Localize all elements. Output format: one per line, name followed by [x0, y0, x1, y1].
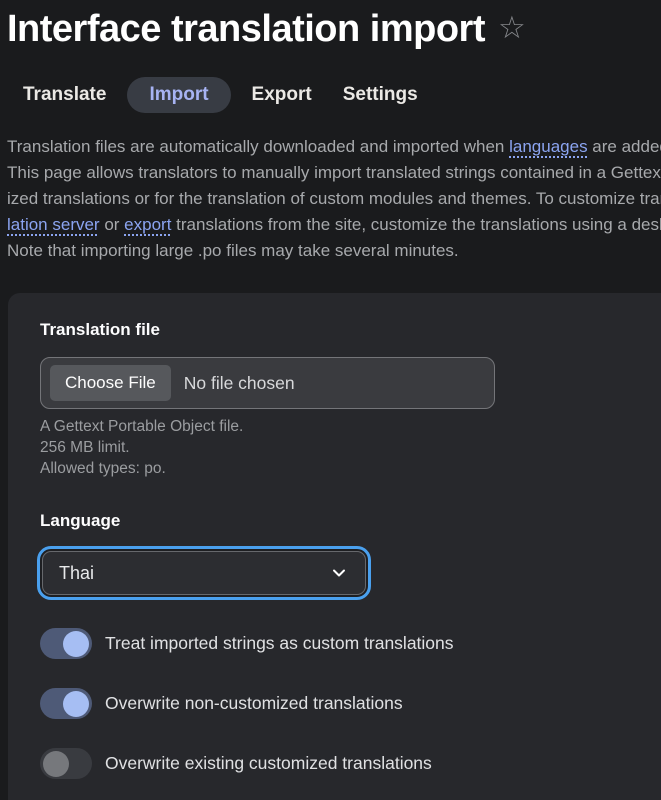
file-desc-line: A Gettext Portable Object file.	[40, 418, 244, 435]
description-text: or	[99, 215, 125, 234]
description-line: ized translations or for the translation…	[7, 189, 661, 208]
translation-file-description: A Gettext Portable Object file. 256 MB l…	[40, 416, 243, 479]
page-description: Translation files are automatically down…	[7, 134, 661, 264]
language-select-field: Thai	[42, 551, 366, 595]
page-title: Interface translation import ☆	[7, 8, 526, 51]
star-icon[interactable]: ☆	[498, 12, 526, 43]
toggle-overwrite-noncustomized[interactable]	[40, 688, 92, 719]
toggle-knob	[43, 750, 69, 777]
translation-file-input[interactable]: Choose File No file chosen	[40, 357, 495, 409]
tab-bar: Translate Import Export Settings	[23, 77, 418, 113]
toggle-label: Overwrite non-customized translations	[105, 693, 403, 713]
translation-file-label: Translation file	[40, 320, 160, 339]
toggle-overwrite-customized-row: Overwrite existing customized translatio…	[40, 748, 432, 779]
toggle-overwrite-customized[interactable]	[40, 748, 92, 779]
toggle-label: Overwrite existing customized translatio…	[105, 753, 432, 773]
language-selected-value: Thai	[59, 562, 95, 583]
toggle-knob	[63, 690, 89, 717]
tab-translate[interactable]: Translate	[23, 77, 106, 113]
description-line: Note that importing large .po files may …	[7, 241, 459, 260]
tab-import[interactable]: Import	[127, 77, 231, 113]
description-line: lation server or export translations fro…	[7, 212, 661, 238]
toggle-label: Treat imported strings as custom transla…	[105, 633, 454, 653]
file-desc-line: 256 MB limit.	[40, 439, 130, 456]
toggle-custom-translations-row: Treat imported strings as custom transla…	[40, 628, 454, 659]
import-form-card: Translation file Choose File No file cho…	[8, 293, 661, 800]
description-text: are added, or when modules or themes are…	[592, 137, 661, 156]
description-text: Translation files are automatically down…	[7, 137, 510, 156]
toggle-knob	[63, 630, 89, 657]
description-text: translations from the site, customize th…	[176, 215, 661, 234]
toggle-overwrite-noncustomized-row: Overwrite non-customized translations	[40, 688, 403, 719]
choose-file-button[interactable]: Choose File	[50, 365, 171, 401]
tab-export[interactable]: Export	[252, 77, 312, 113]
language-select[interactable]: Thai	[37, 546, 371, 600]
translation-server-link[interactable]: lation server	[7, 215, 100, 234]
chevron-down-icon	[333, 569, 345, 577]
page-title-text: Interface translation import	[7, 8, 485, 50]
description-line: Translation files are automatically down…	[7, 134, 661, 160]
toggle-custom-translations[interactable]	[40, 628, 92, 659]
file-desc-line: Allowed types: po.	[40, 460, 166, 477]
file-status-text: No file chosen	[183, 372, 295, 393]
description-line: This page allows translators to manually…	[7, 163, 661, 182]
languages-link[interactable]: languages	[509, 137, 587, 156]
language-label: Language	[40, 511, 121, 530]
tab-settings[interactable]: Settings	[343, 77, 418, 113]
export-link[interactable]: export	[124, 215, 171, 234]
